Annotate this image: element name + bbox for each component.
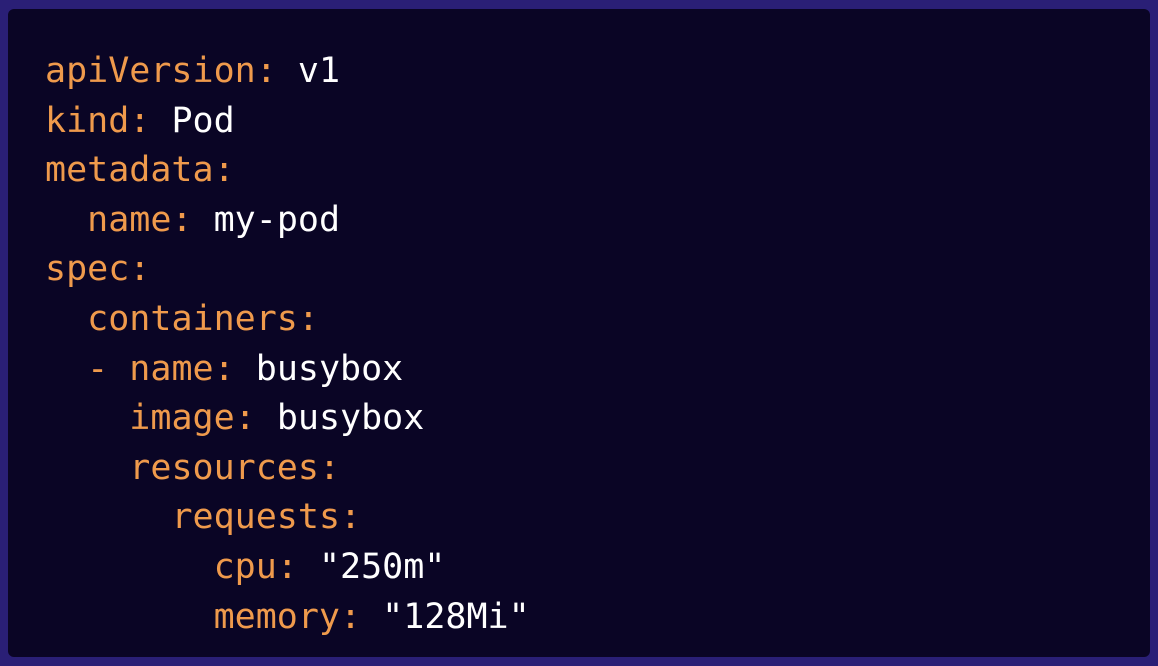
yaml-value: "250m" [318, 546, 446, 587]
yaml-key: name [87, 199, 172, 240]
yaml-value: my-pod [213, 199, 341, 240]
yaml-value: busybox [255, 348, 404, 389]
yaml-key: spec [45, 249, 130, 290]
yaml-key: requests [171, 497, 341, 538]
code-line: kind: Pod [45, 100, 235, 141]
yaml-key: resources [129, 447, 319, 488]
code-line: spec: [45, 249, 151, 290]
yaml-value: v1 [297, 51, 341, 91]
yaml-value: busybox [276, 398, 425, 439]
yaml-key: kind [45, 100, 130, 141]
yaml-key: metadata [45, 150, 214, 191]
code-line: containers: [87, 298, 319, 339]
code-line: requests: [171, 497, 362, 538]
yaml-key: image [129, 398, 235, 439]
yaml-key: containers [87, 298, 298, 339]
code-line: apiVersion: v1 [45, 51, 341, 91]
code-line: image: busybox [129, 398, 425, 439]
code-line: - name: busybox [45, 348, 404, 389]
yaml-value: Pod [171, 100, 235, 141]
code-line: cpu: "250m" [213, 546, 446, 587]
yaml-key: memory [213, 596, 341, 637]
slide-frame: apiVersion: v1 kind: Pod metadata: name: m… [0, 0, 1158, 666]
code-line: name: my-pod [87, 199, 341, 240]
code-line: resources: [129, 447, 341, 488]
code-panel: apiVersion: v1 kind: Pod metadata: name: m… [8, 9, 1150, 657]
code-line: memory: "128Mi" [213, 596, 530, 637]
yaml-code-block: apiVersion: v1 kind: Pod metadata: name: m… [45, 47, 530, 642]
yaml-key: apiVersion [45, 51, 256, 91]
yaml-key: name [129, 348, 214, 389]
code-line: metadata: [45, 150, 235, 191]
yaml-key: cpu [213, 546, 277, 587]
yaml-value: "128Mi" [382, 596, 530, 637]
